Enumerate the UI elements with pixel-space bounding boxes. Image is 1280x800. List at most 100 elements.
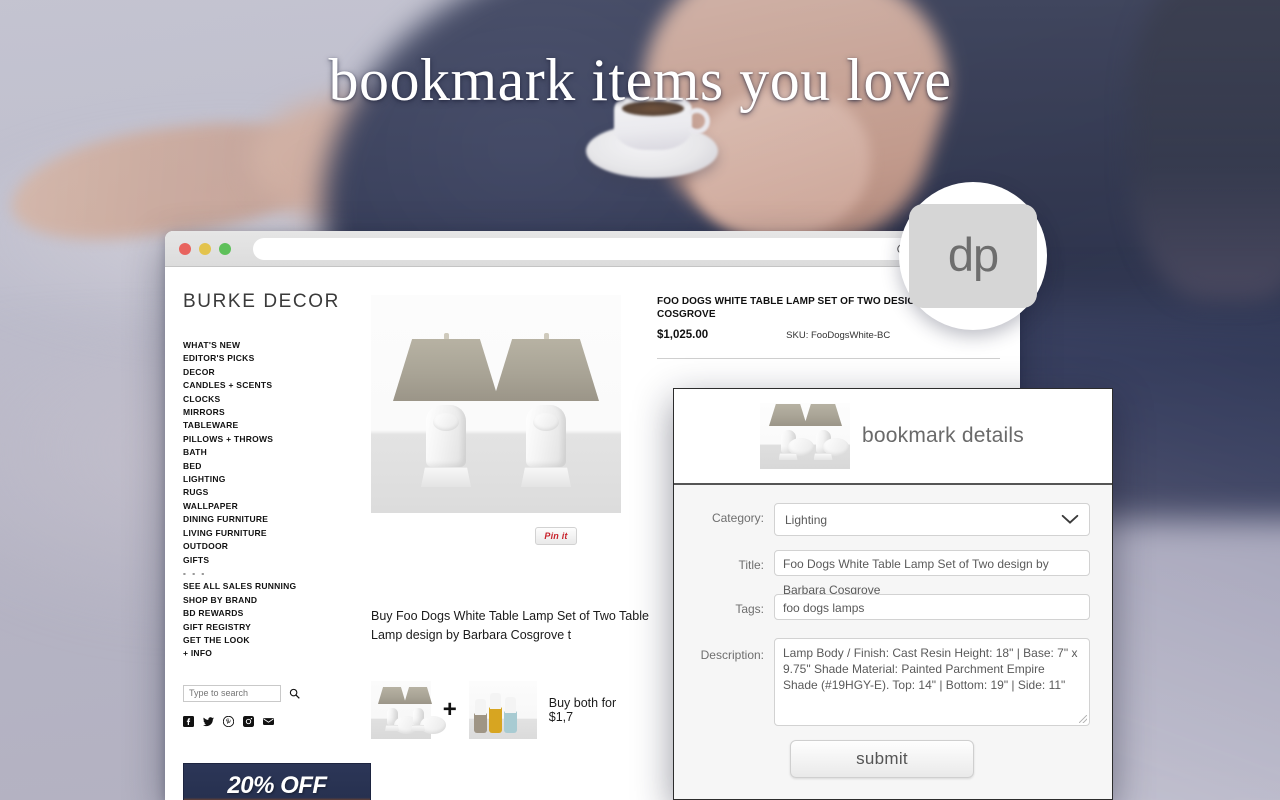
pin-it-button[interactable]: Pin it — [535, 527, 577, 545]
nav-item-mirrors[interactable]: MIRRORS — [183, 406, 365, 419]
buy-both-row: + Buy both for $1,7 — [371, 681, 635, 739]
product-image[interactable] — [371, 295, 621, 513]
plus-sign: + — [442, 696, 457, 723]
foo-dog-figure — [412, 708, 446, 734]
product-blurb: Buy Foo Dogs White Table Lamp Set of Two… — [371, 609, 649, 642]
nav-item-clocks[interactable]: CLOCKS — [183, 393, 365, 406]
nav-item-gifts[interactable]: GIFTS — [183, 554, 365, 567]
divider — [657, 358, 1000, 359]
zoom-window-button[interactable] — [219, 242, 231, 255]
lamp-right — [404, 687, 446, 734]
nav-item-shop-by-brand[interactable]: SHOP BY BRAND — [183, 594, 365, 607]
category-row: Category: Lighting — [674, 503, 1090, 536]
dialog-body: Category: Lighting Title: Foo Dogs White… — [674, 485, 1112, 778]
category-select[interactable]: Lighting — [774, 503, 1090, 536]
dp-logo-text: dp — [947, 227, 999, 281]
promo-banner[interactable]: 20% OFF SITE WIDE — [183, 762, 371, 800]
dp-logo-plate: dp — [909, 204, 1037, 308]
nav-item-pillows-throws[interactable]: PILLOWS + THROWS — [183, 433, 365, 446]
nav-item-tableware[interactable]: TABLEWARE — [183, 419, 365, 432]
nav-item-rugs[interactable]: RUGS — [183, 486, 365, 499]
close-window-button[interactable] — [179, 242, 191, 255]
lamp-plinth — [385, 725, 399, 731]
promo-line-1: 20% OFF — [227, 771, 327, 799]
site-search-input[interactable] — [183, 684, 281, 702]
nav-item-editors-picks[interactable]: EDITOR'S PICKS — [183, 352, 365, 365]
social-links — [183, 715, 365, 727]
nav-item-candles-scents[interactable]: CANDLES + SCENTS — [183, 379, 365, 392]
price-row: $1,025.00 SKU: FooDogsWhite-BC — [657, 329, 1000, 341]
lamp-right — [493, 333, 599, 487]
chevron-down-icon[interactable] — [1061, 514, 1079, 525]
pinterest-icon[interactable] — [223, 715, 234, 727]
description-label: Description: — [700, 648, 764, 662]
nav-item-bath[interactable]: BATH — [183, 446, 365, 459]
lamp-left — [769, 404, 814, 460]
submit-button[interactable]: submit — [790, 740, 974, 778]
tags-label: Tags: — [735, 602, 764, 616]
nav-item-living-furniture[interactable]: LIVING FURNITURE — [183, 527, 365, 540]
facebook-icon[interactable] — [183, 715, 194, 727]
lamp-shade — [493, 339, 599, 401]
description-row: Description: Lamp Body / Finish: Cast Re… — [674, 638, 1090, 726]
nav-item-bed[interactable]: BED — [183, 460, 365, 473]
lamp-plinth — [813, 453, 833, 460]
site-search-icon[interactable] — [289, 688, 300, 699]
lamp-plinth — [421, 467, 471, 487]
nav-separator: - - - — [183, 567, 207, 578]
traffic-lights — [177, 242, 231, 255]
twitter-icon[interactable] — [203, 716, 214, 727]
nav-item-dining-furniture[interactable]: DINING FURNITURE — [183, 513, 365, 526]
foo-dog-figure — [780, 430, 814, 456]
title-label: Title: — [738, 558, 764, 572]
lamp-finial — [443, 333, 449, 340]
nav-item-see-all-sales[interactable]: SEE ALL SALES RUNNING — [183, 580, 365, 593]
lamp-plinth — [411, 725, 425, 731]
buy-both-price: Buy both for $1,7 — [548, 696, 617, 724]
site-search-row — [183, 684, 365, 702]
lamp-shade — [404, 687, 432, 704]
nav-item-get-the-look[interactable]: GET THE LOOK — [183, 634, 365, 647]
foo-dog-figure — [526, 405, 566, 467]
foo-dog-figure — [426, 405, 466, 467]
category-value: Lighting — [785, 512, 828, 527]
foo-dog-figure — [815, 430, 849, 456]
lamp-shade — [769, 404, 807, 426]
nav-item-decor[interactable]: DECOR — [183, 366, 365, 379]
nav-item-outdoor[interactable]: OUTDOOR — [183, 540, 365, 553]
lamp-plinth — [778, 453, 798, 460]
nav-item-gift-registry[interactable]: GIFT REGISTRY — [183, 621, 365, 634]
site-sidebar: BURKE DECOR WHAT'S NEW EDITOR'S PICKS DE… — [165, 267, 371, 800]
lamp-plinth — [521, 467, 571, 487]
nav-item-whats-new[interactable]: WHAT'S NEW — [183, 339, 365, 352]
category-label: Category: — [711, 511, 764, 525]
bookmark-details-dialog: bookmark details Category: Lighting Titl… — [673, 388, 1113, 800]
lamp-shade — [804, 404, 842, 426]
lamp-left — [393, 333, 499, 487]
lamp-left — [378, 687, 420, 734]
description-textarea[interactable]: Lamp Body / Finish: Cast Resin Height: 1… — [774, 638, 1090, 726]
bottle-lamp-2 — [488, 693, 502, 733]
email-icon[interactable] — [263, 716, 274, 727]
buy-both-thumb-2[interactable] — [468, 681, 537, 739]
nav-item-bd-rewards[interactable]: BD REWARDS — [183, 607, 365, 620]
nav-item-wallpaper[interactable]: WALLPAPER — [183, 500, 365, 513]
minimize-window-button[interactable] — [199, 242, 211, 255]
title-row: Title: Foo Dogs White Table Lamp Set of … — [674, 550, 1090, 597]
title-input[interactable]: Foo Dogs White Table Lamp Set of Two des… — [774, 550, 1090, 597]
dp-logo-badge: dp — [899, 182, 1047, 330]
nav-item-info[interactable]: + INFO — [183, 647, 365, 660]
dialog-header: bookmark details — [674, 389, 1112, 485]
bottle-lamp-1 — [473, 699, 487, 733]
lamp-shade — [378, 687, 406, 704]
url-bar[interactable] — [253, 237, 918, 260]
tags-input[interactable]: foo dogs lamps — [774, 594, 1090, 620]
page-headline: bookmark items you love — [328, 47, 952, 113]
site-logo[interactable]: BURKE DECOR — [183, 291, 365, 313]
tags-row: Tags: foo dogs lamps — [674, 594, 1090, 624]
buy-both-thumb-1[interactable] — [371, 681, 446, 739]
product-sku: SKU: FooDogsWhite-BC — [786, 330, 891, 341]
instagram-icon[interactable] — [243, 715, 254, 727]
dialog-title: bookmark details — [862, 424, 1024, 447]
nav-item-lighting[interactable]: LIGHTING — [183, 473, 365, 486]
